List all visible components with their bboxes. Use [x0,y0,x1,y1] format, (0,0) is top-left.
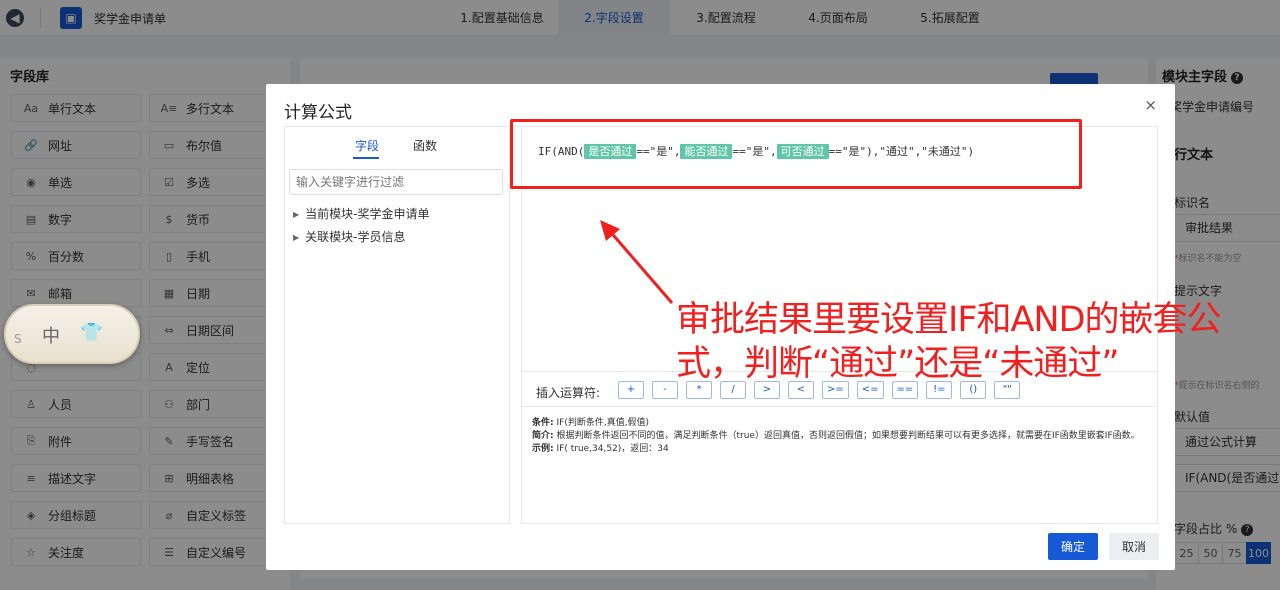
cancel-button[interactable]: 取消 [1109,533,1159,560]
annotation-text: 审批结果里要设置IF和AND的嵌套公式，判断“通过”还是“未通过” [676,300,1222,384]
annotation-highlight-box [510,119,1082,189]
dialog-title: 计算公式 [284,103,352,123]
tab-fields[interactable]: 字段 [355,137,379,154]
tree-item-related-module[interactable]: ▶ 关联模块-学员信息 [293,228,406,245]
picker-tabs: 字段 函数 [285,127,509,161]
operator-label: 插入运算符: [536,386,601,400]
tab-functions[interactable]: 函数 [413,137,437,154]
floating-ime-widget[interactable]: S 中 👕 [4,304,140,364]
caret-right-icon: ▶ [293,210,300,219]
filter-input[interactable] [289,169,503,195]
field-picker: 字段 函数 ▶当前模块-奖学金申请单 ▶关联模块-学员信息 [284,126,510,524]
tree-item-current-module[interactable]: ▶ 当前模块-奖学金申请单 [293,205,430,222]
close-icon[interactable]: × [1144,96,1157,114]
help-condition: 条件: IF(判断条件,真值,假值) [532,418,650,428]
widget-zh[interactable]: 中 [42,322,60,348]
help-example: 示例: IF( true,34,52)，返回：34 [532,444,669,454]
confirm-button[interactable]: 确定 [1048,533,1098,560]
shirt-icon[interactable]: 👕 [80,322,102,343]
op-plus[interactable]: + [618,381,644,399]
tab-indicator [353,157,379,159]
widget-s: S [14,332,22,346]
help-intro: 简介: 根据判断条件返回不同的值，满足判断条件（true）返回真值，否则返回假值… [532,431,1140,441]
annotation-arrow-icon [600,220,674,304]
function-help: 条件: IF(判断条件,真值,假值) 简介: 根据判断条件返回不同的值，满足判断… [532,417,1147,456]
caret-right-icon: ▶ [293,233,300,242]
op-minus[interactable]: - [652,381,678,399]
